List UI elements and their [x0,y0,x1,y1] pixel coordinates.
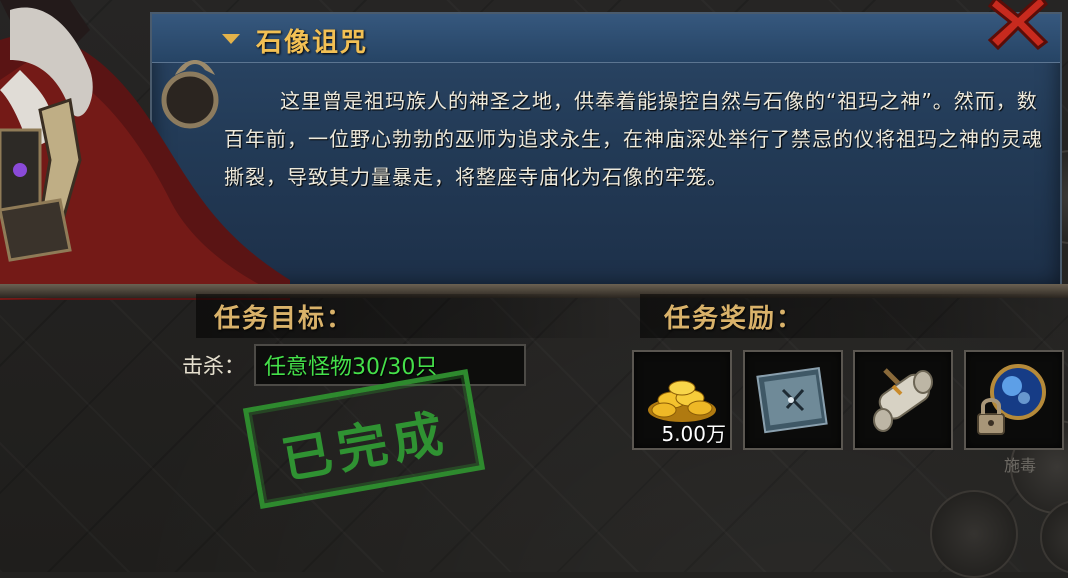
reward-heading: 任务奖励： [664,304,805,334]
reward-item-orb[interactable] [964,350,1064,450]
quest-description: 这里曾是祖玛族人的神圣之地，供奉着能操控自然与石像的“祖玛之神”。然而，数百年前… [224,89,1043,189]
npc-portrait [0,0,300,300]
kill-target: 任意怪物30/30只 [264,355,438,380]
side-skill-button[interactable] [930,490,1018,578]
scroll-icon [873,368,933,432]
blueprint-book-icon [756,366,828,434]
kill-target-box: 任意怪物30/30只 [254,344,526,386]
reward-item-gold[interactable]: 5.00万 [632,350,732,450]
close-button[interactable] [986,0,1050,51]
side-label-poison: 施毒 [1004,456,1037,475]
objective-heading: 任务目标： [214,304,355,334]
reward-item-scroll[interactable] [853,350,953,450]
reward-item-book[interactable] [743,350,843,450]
kill-label: 击杀： [182,354,245,378]
locked-blue-orb-icon [977,364,1046,435]
reward-count: 5.00万 [661,422,726,446]
close-icon [987,0,1049,51]
